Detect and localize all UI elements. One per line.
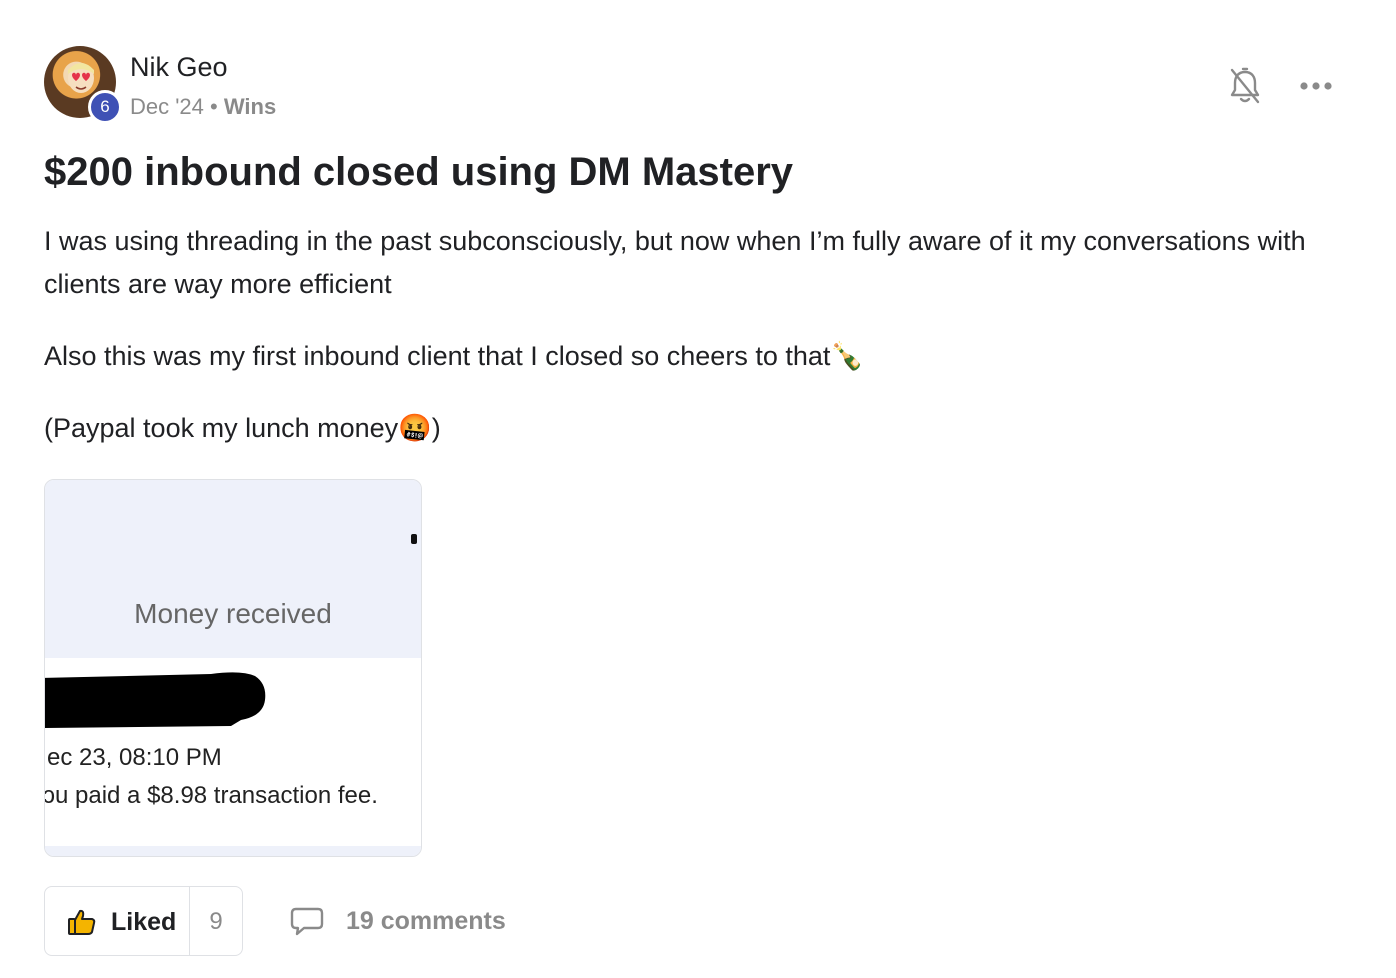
bell-off-icon[interactable] <box>1228 66 1262 106</box>
thumbs-up-icon <box>68 909 96 935</box>
transaction-date: ec 23, 08:10 PM <box>47 744 222 771</box>
transaction-fee: ɔu paid a $8.98 transaction fee. <box>44 782 378 809</box>
post-header: 6 Nik Geo Dec '24 • Wins <box>44 46 1344 126</box>
attachment-image[interactable]: Money received ec 23, 08:10 PM ɔu paid a… <box>44 479 422 857</box>
attachment-header-area <box>45 480 421 658</box>
more-horizontal-icon[interactable] <box>1298 74 1334 98</box>
avatar-character-icon <box>68 63 94 93</box>
attachment-heading: Money received <box>134 598 332 629</box>
meta-separator: • <box>210 94 218 119</box>
comments-count-label: 19 comments <box>346 907 506 935</box>
comment-bubble-icon <box>290 907 324 936</box>
level-badge: 6 <box>88 90 122 124</box>
post-date: Dec '24 <box>130 94 204 119</box>
like-label: Liked <box>111 908 177 936</box>
redaction-mark <box>45 672 266 728</box>
post-paragraph: (Paypal took my lunch money🤬) <box>44 413 441 443</box>
author-name[interactable]: Nik Geo <box>130 52 228 83</box>
post-paragraph: Also this was my first inbound client th… <box>44 341 864 371</box>
avatar[interactable]: 6 <box>44 46 122 124</box>
post-category[interactable]: Wins <box>224 94 276 119</box>
attachment-footer-strip <box>45 846 421 856</box>
post-card: 6 Nik Geo Dec '24 • Wins $200 inbound cl… <box>44 46 1344 956</box>
like-button[interactable]: Liked 9 <box>44 886 243 956</box>
post-title[interactable]: $200 inbound closed using DM Mastery <box>44 150 793 195</box>
status-dot <box>411 534 417 544</box>
like-count[interactable]: 9 <box>189 908 243 936</box>
post-paragraph: I was using threading in the past subcon… <box>44 226 1306 299</box>
post-meta: Dec '24 • Wins <box>130 94 276 120</box>
post-actions: Liked 9 19 comments <box>44 886 744 958</box>
